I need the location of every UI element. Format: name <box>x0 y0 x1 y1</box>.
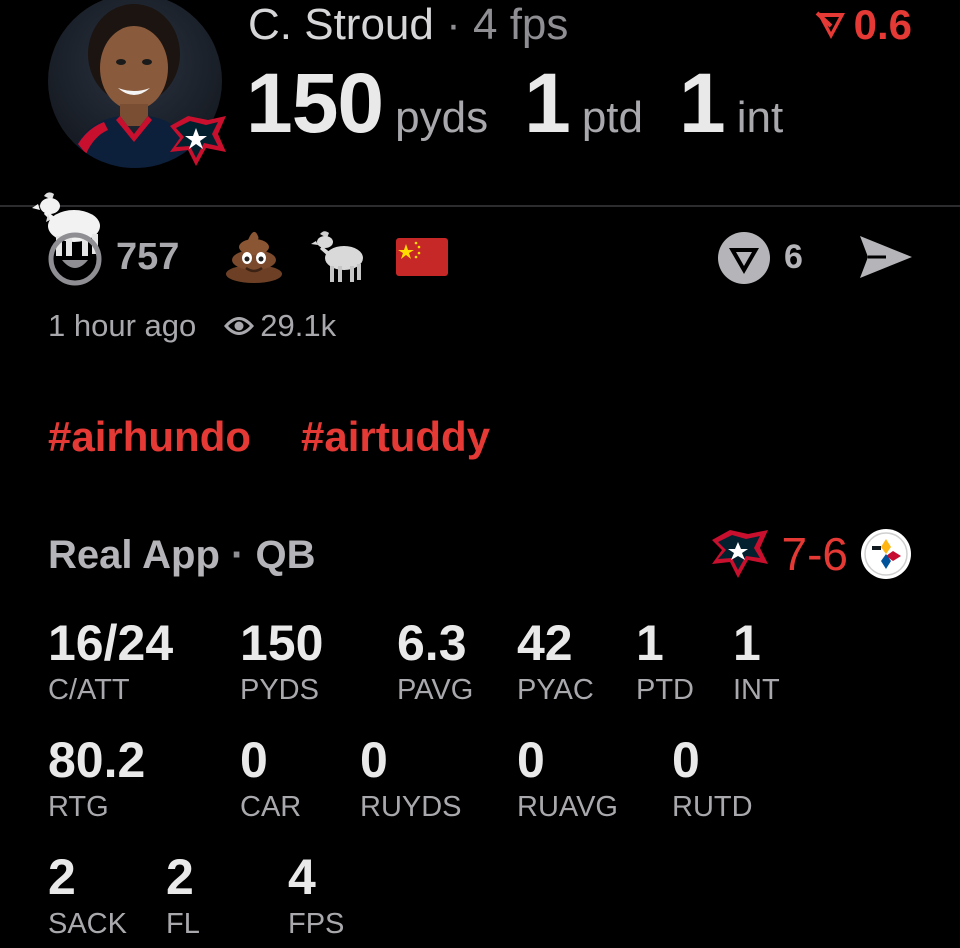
steelers-logo-icon <box>861 529 911 579</box>
stat-value: 4 <box>288 849 316 905</box>
divider <box>0 205 960 207</box>
headline-unit: pyds <box>395 93 489 142</box>
stat-label: CAR <box>240 791 302 823</box>
stat-label: RTG <box>48 791 109 823</box>
hashtag-list: #airhundo #airtuddy <box>48 412 490 462</box>
stat-fps: 4 FPS <box>288 850 344 940</box>
stat-rutd: 0 RUTD <box>672 733 753 823</box>
fps-change: 0.6 <box>814 2 912 48</box>
game-score[interactable]: 7-6 <box>710 528 912 580</box>
hashtag-link[interactable]: #airtuddy <box>301 412 490 462</box>
fps-label: 4 fps <box>473 0 569 49</box>
headline-value: 1 <box>524 56 571 150</box>
stat-value: 6.3 <box>397 615 467 671</box>
stat-ruyds: 0 RUYDS <box>360 733 462 823</box>
view-count: 29.1k <box>260 308 337 343</box>
comments-count: 6 <box>784 238 803 276</box>
stat-label: FPS <box>288 908 345 940</box>
texans-logo-icon <box>711 530 768 578</box>
title-separator: · <box>446 0 461 49</box>
headline-value: 1 <box>679 56 726 150</box>
comments-icon[interactable] <box>716 230 772 286</box>
player-name[interactable]: C. Stroud <box>248 0 434 49</box>
stat-label: INT <box>733 674 780 706</box>
stat-ptd: 1 PTD <box>636 616 694 706</box>
stat-value: 42 <box>517 615 573 671</box>
stat-label: PYDS <box>240 674 319 706</box>
stat-value: 0 <box>517 732 545 788</box>
change-value: 0.6 <box>853 1 912 48</box>
stat-rtg: 80.2 RTG <box>48 733 145 823</box>
china-flag-icon[interactable] <box>396 238 448 276</box>
stat-label: SACK <box>48 908 127 940</box>
stat-pavg: 6.3 PAVG <box>397 616 473 706</box>
stat-value: 0 <box>672 732 700 788</box>
stat-c-att: 16/24 C/ATT <box>48 616 173 706</box>
headline-unit: int <box>736 93 784 142</box>
time-ago: 1 hour ago <box>48 308 197 343</box>
headline-unit: ptd <box>581 93 643 142</box>
stat-value: 150 <box>240 615 324 671</box>
stat-label: PYAC <box>517 674 594 706</box>
hashtag-link[interactable]: #airhundo <box>48 412 251 462</box>
stat-value: 1 <box>733 615 761 671</box>
stat-label: PTD <box>636 674 694 706</box>
stat-car: 0 CAR <box>240 733 301 823</box>
app-name: Real App <box>48 533 220 577</box>
goat-icon[interactable] <box>310 230 366 284</box>
reaction-count: 757 <box>116 236 180 278</box>
stats-section-title: Real App · QB <box>48 530 315 580</box>
stat-int: 1 INT <box>733 616 780 706</box>
star-icon <box>398 241 421 259</box>
texans-logo-icon <box>170 116 226 166</box>
stat-value: 2 <box>166 849 194 905</box>
down-arrow-icon <box>815 11 845 39</box>
stat-label: RUTD <box>672 791 753 823</box>
stat-value: 80.2 <box>48 732 146 788</box>
stat-value: 1 <box>636 615 664 671</box>
stat-value: 2 <box>48 849 76 905</box>
smiley-icon[interactable] <box>48 232 102 286</box>
eye-icon <box>224 317 255 335</box>
score-value: 7-6 <box>781 528 848 580</box>
stat-value: 0 <box>240 732 268 788</box>
send-icon[interactable] <box>856 232 914 282</box>
position-label: QB <box>255 533 316 577</box>
stat-pyac: 42 PYAC <box>517 616 594 706</box>
stat-ruavg: 0 RUAVG <box>517 733 618 823</box>
stat-label: RUYDS <box>360 791 462 823</box>
stat-value: 0 <box>360 732 388 788</box>
headline-value: 150 <box>246 56 384 150</box>
stat-value: 16/24 <box>48 615 174 671</box>
stat-label: PAVG <box>397 674 474 706</box>
stat-fl: 2 FL <box>166 850 200 940</box>
post-meta: 1 hour ago 29.1k <box>48 308 336 344</box>
stat-sack: 2 SACK <box>48 850 127 940</box>
stat-pyds: 150 PYDS <box>240 616 323 706</box>
stat-label: FL <box>166 908 200 940</box>
poop-icon[interactable] <box>224 226 284 284</box>
player-title: C. Stroud · 4 fps <box>248 0 568 50</box>
headline-stats: 150 pyds 1 ptd 1 int <box>246 58 819 148</box>
stat-label: C/ATT <box>48 674 130 706</box>
stat-label: RUAVG <box>517 791 618 823</box>
title-separator: · <box>231 533 245 577</box>
